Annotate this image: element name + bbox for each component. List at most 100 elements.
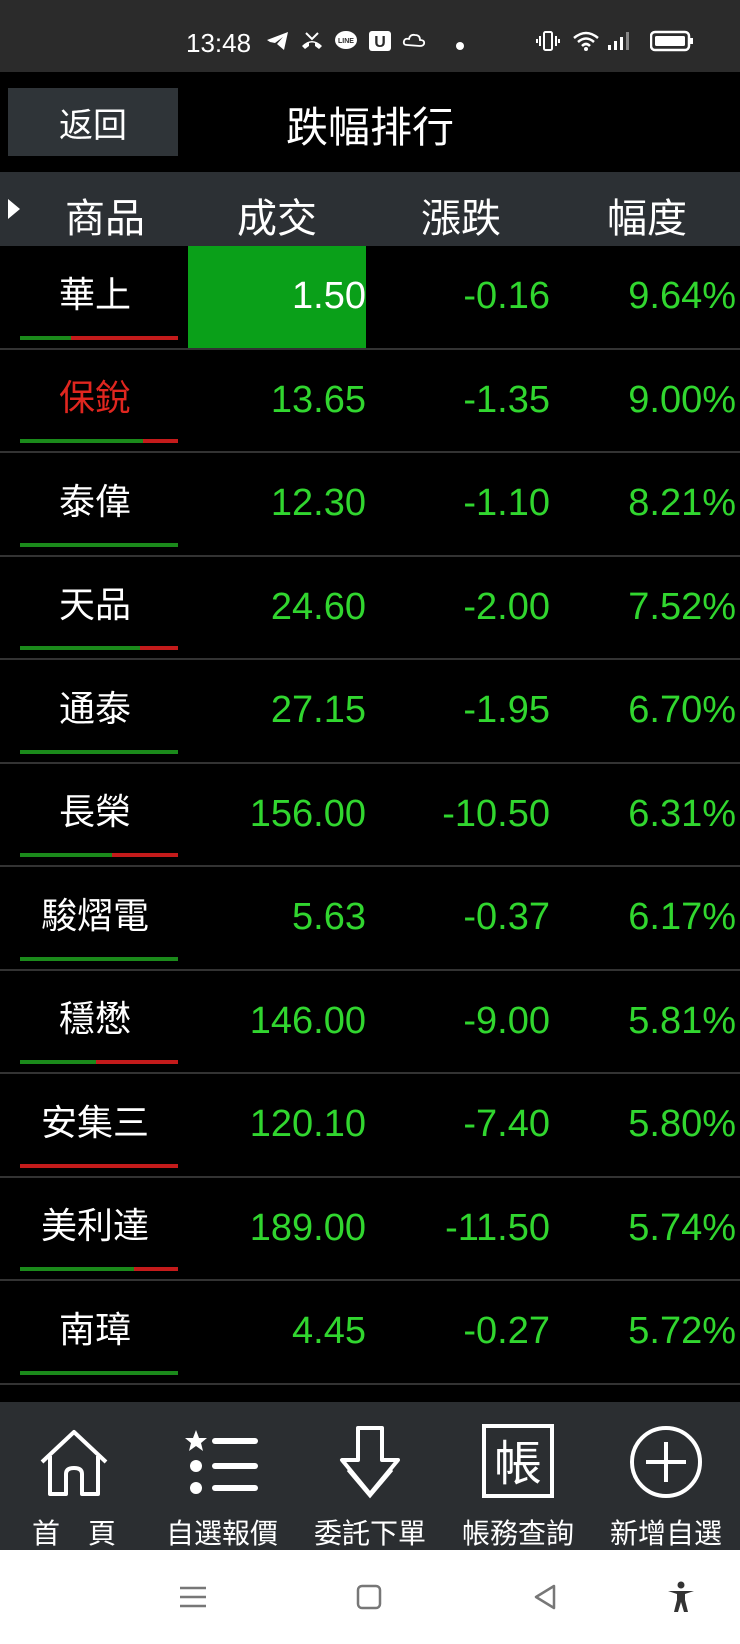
- plus-circle-icon: [630, 1426, 702, 1498]
- ranking-table: 華上 1.50 -0.16 9.64% 保銳 13.65 -1.35 9.00% 泰偉 12.30…: [0, 246, 740, 1385]
- app-header: 返回 跌幅排行: [0, 72, 740, 172]
- change-cell: -10.50: [442, 792, 550, 835]
- telegram-icon: [267, 32, 288, 50]
- table-row[interactable]: 泰偉 12.30 -1.10 8.21%: [0, 453, 740, 557]
- nav-watchlist[interactable]: 自選報價: [148, 1402, 296, 1550]
- nav-order[interactable]: 委託下單: [296, 1402, 444, 1550]
- change-cell: -1.10: [463, 482, 550, 525]
- change-cell: -0.27: [463, 1310, 550, 1353]
- nav-home[interactable]: 首 頁: [0, 1402, 148, 1550]
- svg-text:LINE: LINE: [338, 38, 354, 45]
- bid-ask-bar: [20, 1163, 178, 1168]
- home-square-icon[interactable]: [352, 1580, 386, 1614]
- line-app-icon: LINE: [335, 31, 357, 49]
- table-row[interactable]: 天品 24.60 -2.00 7.52%: [0, 557, 740, 660]
- status-bar: 13:48 LINE U: [0, 0, 740, 72]
- nav-add-watch-label: 新增自選: [609, 1517, 722, 1550]
- home-icon: [40, 1430, 108, 1496]
- bid-ask-bar-red: [95, 1060, 178, 1064]
- bid-ask-bar-red: [70, 335, 178, 340]
- wifi-icon: [573, 31, 599, 51]
- table-row[interactable]: 穩懋 146.00 -9.00 5.81%: [0, 971, 740, 1074]
- price-cell: 146.00: [249, 999, 366, 1042]
- percent-cell: 9.64%: [628, 275, 736, 318]
- u-app-icon: U: [369, 31, 391, 51]
- stock-name: 南璋: [58, 1309, 131, 1351]
- change-cell: -7.40: [463, 1103, 550, 1146]
- column-header-product[interactable]: 商品: [20, 186, 190, 244]
- bid-ask-bar: [20, 1267, 178, 1271]
- percent-cell: 5.74%: [628, 1206, 736, 1249]
- stock-name: 華上: [58, 274, 131, 316]
- missed-call-icon: [302, 32, 322, 49]
- percent-cell: 8.21%: [628, 482, 736, 525]
- price-cell: 120.10: [249, 1103, 366, 1146]
- bid-ask-bar: [20, 956, 178, 961]
- table-row[interactable]: 美利達 189.00 -11.50 5.74%: [0, 1178, 740, 1281]
- system-nav-bar: [0, 1550, 740, 1644]
- bid-ask-bar: [20, 853, 178, 857]
- account-ledger-icon: 帳: [482, 1424, 554, 1498]
- table-row[interactable]: 安集三 120.10 -7.40 5.80%: [0, 1074, 740, 1178]
- price-cell: 189.00: [249, 1206, 366, 1249]
- bid-ask-bar: [20, 335, 178, 340]
- stock-name: 安集三: [40, 1102, 149, 1144]
- status-time: 13:48: [186, 28, 252, 58]
- column-header-percent[interactable]: 幅度: [562, 186, 732, 244]
- percent-cell: 5.80%: [628, 1103, 736, 1146]
- bid-ask-bar: [20, 646, 178, 650]
- percent-cell: 5.72%: [628, 1310, 736, 1353]
- column-header-change[interactable]: 漲跌: [376, 186, 546, 244]
- bid-ask-bar-red: [20, 1163, 178, 1168]
- column-header: 商品 成交 漲跌 幅度: [0, 172, 740, 246]
- table-row[interactable]: 保銳 13.65 -1.35 9.00%: [0, 350, 740, 453]
- nav-home-label: 首 頁: [31, 1517, 116, 1550]
- table-row[interactable]: 華上 1.50 -0.16 9.64%: [0, 246, 740, 350]
- bid-ask-bar-red: [111, 853, 178, 857]
- stock-name: 保銳: [58, 378, 131, 420]
- stock-name: 天品: [58, 585, 131, 627]
- expand-arrow-icon[interactable]: [8, 199, 20, 219]
- bid-ask-bar-red: [133, 1267, 178, 1271]
- percent-cell: 6.31%: [628, 792, 736, 835]
- bid-ask-bar: [20, 749, 178, 754]
- table-row[interactable]: 長榮 156.00 -10.50 6.31%: [0, 764, 740, 867]
- nav-order-label: 委託下單: [313, 1517, 426, 1550]
- stock-name: 長榮: [58, 792, 131, 834]
- change-cell: -11.50: [445, 1206, 550, 1249]
- column-header-price[interactable]: 成交: [192, 186, 362, 244]
- bid-ask-bar-red: [143, 439, 178, 443]
- table-row[interactable]: 南璋 4.45 -0.27 5.72%: [0, 1281, 740, 1385]
- table-row[interactable]: 通泰 27.15 -1.95 6.70%: [0, 660, 740, 764]
- bid-ask-bar: [20, 1060, 178, 1064]
- price-cell: 5.63: [292, 896, 366, 939]
- accessibility-icon[interactable]: [664, 1580, 698, 1614]
- stock-name: 泰偉: [58, 481, 131, 523]
- stock-name: 駿熠電: [40, 895, 149, 937]
- stock-name: 美利達: [40, 1206, 149, 1248]
- battery-icon: [650, 30, 693, 52]
- table-row[interactable]: 駿熠電 5.63 -0.37 6.17%: [0, 867, 740, 971]
- nav-account[interactable]: 帳 帳務查詢: [444, 1402, 592, 1550]
- back-button[interactable]: 返回: [8, 88, 178, 156]
- menu-icon[interactable]: [176, 1580, 210, 1614]
- list-star-icon: [185, 1430, 258, 1494]
- change-cell: -0.16: [463, 275, 550, 318]
- price-cell: 12.30: [270, 482, 366, 525]
- svg-text:帳: 帳: [494, 1436, 542, 1492]
- nav-account-label: 帳務查詢: [461, 1517, 574, 1550]
- percent-cell: 5.81%: [628, 999, 736, 1042]
- bid-ask-bar: [20, 542, 178, 547]
- back-triangle-icon[interactable]: [528, 1580, 562, 1614]
- nav-add-watch[interactable]: 新增自選: [592, 1402, 740, 1550]
- bid-ask-bar: [20, 1370, 178, 1375]
- price-cell: 24.60: [270, 585, 366, 628]
- vibrate-icon: [536, 31, 560, 51]
- price-cell: 13.65: [270, 378, 366, 421]
- percent-cell: 9.00%: [628, 378, 736, 421]
- notification-dot: [456, 42, 464, 50]
- download-arrow-icon: [340, 1426, 400, 1499]
- change-cell: -1.35: [463, 378, 550, 421]
- price-cell: 1.50: [188, 246, 366, 348]
- signal-icon: [608, 32, 629, 50]
